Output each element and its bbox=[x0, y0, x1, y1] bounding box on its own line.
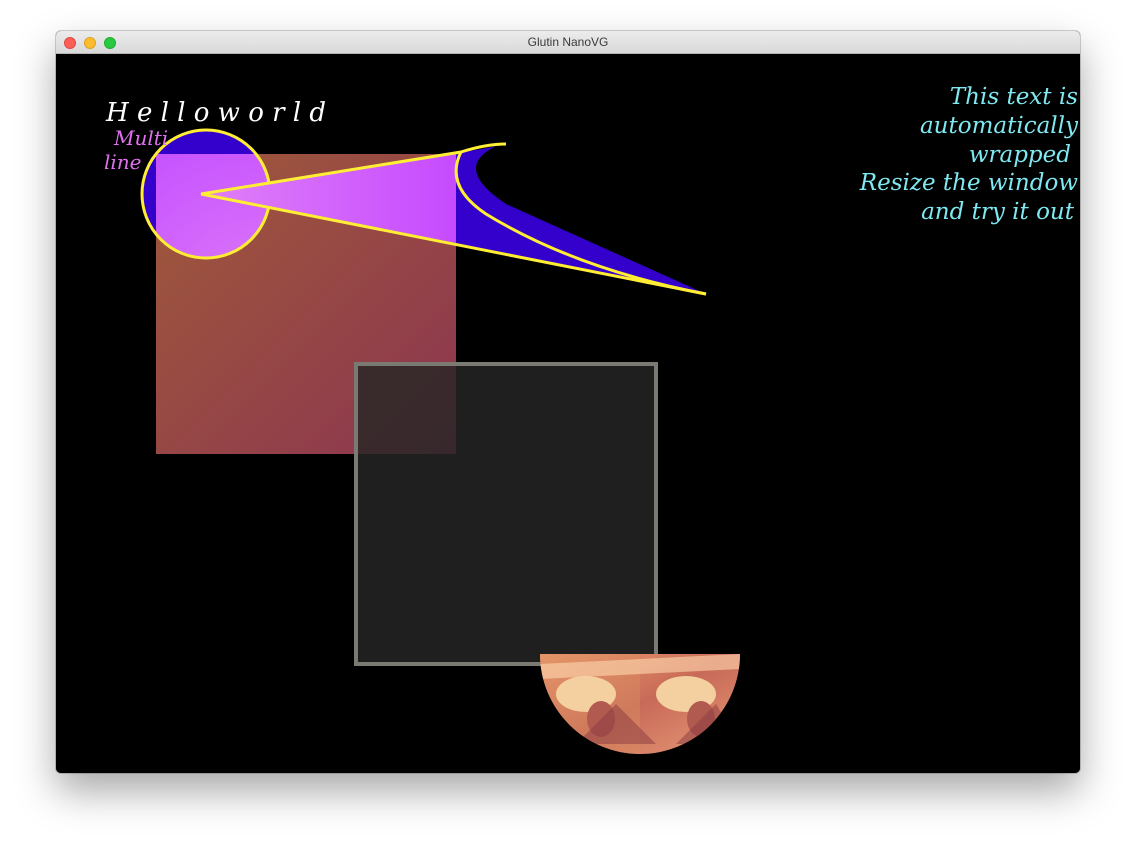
multiline-line-1: Multi bbox=[113, 126, 168, 150]
wrapped-text-line-2: automatically bbox=[920, 113, 1079, 139]
window-title: Glutin NanoVG bbox=[527, 35, 609, 49]
title-bar[interactable]: Glutin NanoVG bbox=[56, 31, 1080, 54]
hello-world-text: H e l l o w o r l d bbox=[105, 98, 326, 128]
wrapped-text-line-1: This text is bbox=[950, 84, 1078, 110]
canvas-drawing: H e l l o w o r l d Multi line This text… bbox=[104, 84, 1079, 754]
wrapped-text-line-5: and try it out bbox=[921, 199, 1075, 225]
nanovg-canvas[interactable]: H e l l o w o r l d Multi line This text… bbox=[56, 54, 1080, 773]
image-bowl bbox=[540, 654, 740, 754]
translucent-square bbox=[354, 362, 658, 666]
app-window: Glutin NanoVG H e l l o w o r l d Multi … bbox=[56, 31, 1080, 773]
wrapped-text-line-4: Resize the window bbox=[859, 170, 1079, 196]
wrapped-text-line-3: wrapped bbox=[969, 142, 1071, 168]
multiline-line-2: line bbox=[104, 150, 142, 174]
